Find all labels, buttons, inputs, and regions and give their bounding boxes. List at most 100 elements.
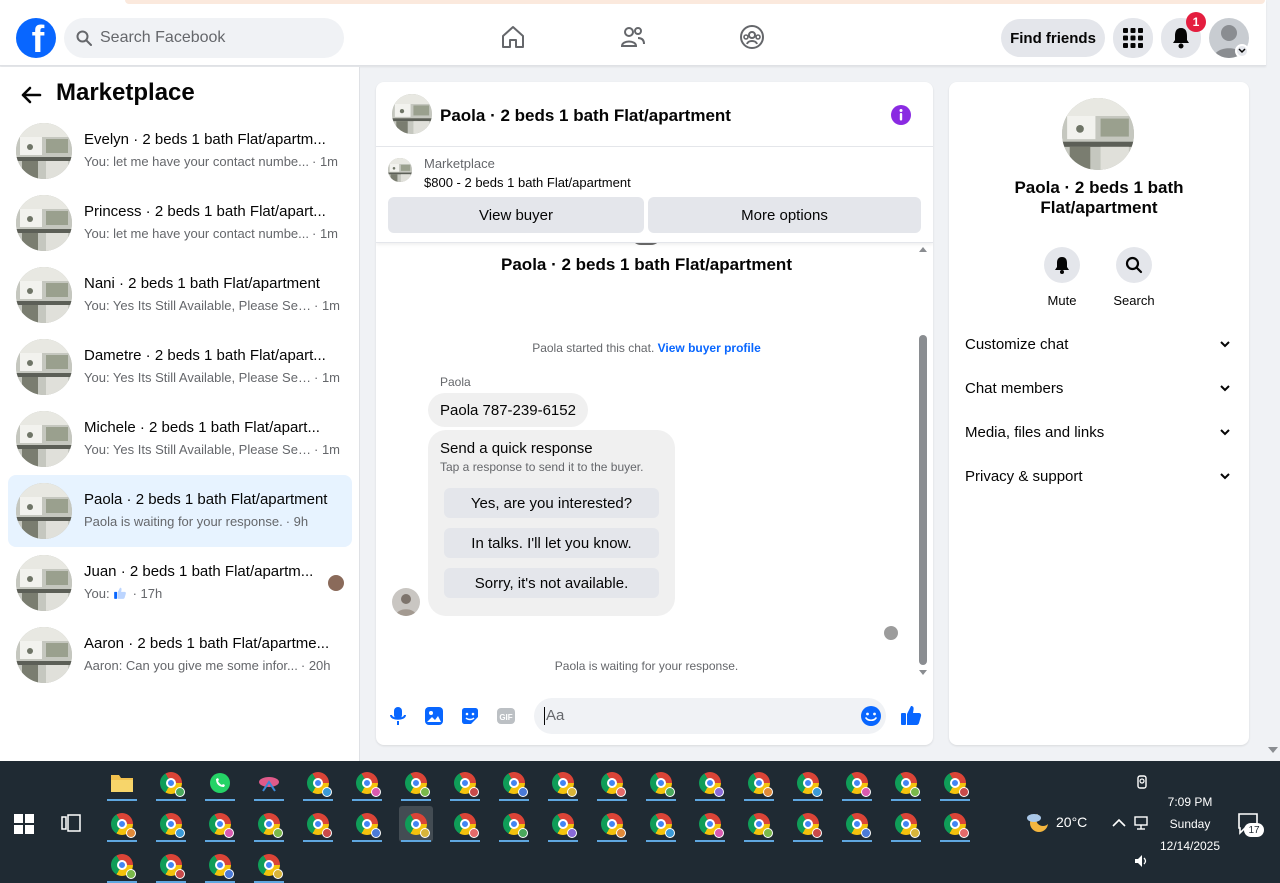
chrome-icon[interactable] <box>105 806 139 842</box>
chrome-icon[interactable] <box>742 765 776 801</box>
meet-now-icon[interactable] <box>1133 773 1151 791</box>
chrome-icon[interactable] <box>301 806 335 842</box>
conversation-item[interactable]: Dametre · 2 beds 1 bath Flat/apart... You… <box>8 331 352 403</box>
find-friends-button[interactable]: Find friends <box>1001 19 1105 57</box>
chrome-icon[interactable] <box>693 806 727 842</box>
conversation-preview: Aaron: Can you give me some infor... · 20… <box>84 658 331 673</box>
weather-moon-cloud-icon[interactable] <box>1024 809 1050 835</box>
chrome-icon[interactable] <box>301 765 335 801</box>
quick-response-option[interactable]: In talks. I'll let you know. <box>444 528 659 558</box>
conversation-item[interactable]: Juan · 2 beds 1 bath Flat/apartm... You: … <box>8 547 352 619</box>
conversation-item[interactable]: Princess · 2 beds 1 bath Flat/apart... Yo… <box>8 187 352 259</box>
chrome-icon[interactable] <box>448 806 482 842</box>
microphone-icon[interactable] <box>387 705 409 727</box>
chrome-icon[interactable] <box>546 806 580 842</box>
chrome-icon[interactable] <box>350 765 384 801</box>
conversation-item[interactable]: Evelyn · 2 beds 1 bath Flat/apartm... You… <box>8 115 352 187</box>
chrome-icon[interactable] <box>154 765 188 801</box>
chrome-icon[interactable] <box>595 765 629 801</box>
info-listing-thumbnail[interactable] <box>1062 98 1134 170</box>
chrome-icon[interactable] <box>595 806 629 842</box>
windows-start-icon[interactable] <box>14 814 34 834</box>
chrome-icon[interactable] <box>693 765 727 801</box>
home-icon[interactable] <box>500 24 526 50</box>
file-explorer-icon[interactable] <box>105 765 139 801</box>
chrome-icon[interactable] <box>889 806 923 842</box>
search-input[interactable]: Search Facebook <box>64 18 344 58</box>
media-files-links-section[interactable]: Media, files and links <box>965 420 1233 444</box>
view-buyer-button[interactable]: View buyer <box>388 197 644 233</box>
gif-icon[interactable]: GIF <box>495 705 517 727</box>
chrome-icon[interactable] <box>791 765 825 801</box>
snipping-tool-icon[interactable] <box>252 765 286 801</box>
privacy-support-section[interactable]: Privacy & support <box>965 464 1233 488</box>
task-view-icon[interactable] <box>61 813 81 833</box>
scroll-down-arrow-icon[interactable] <box>919 670 927 675</box>
friends-icon[interactable] <box>620 24 646 50</box>
chrome-icon[interactable] <box>203 806 237 842</box>
search-action[interactable]: Search <box>1104 247 1164 308</box>
conversation-item[interactable]: Nani · 2 beds 1 bath Flat/apartment You: … <box>8 259 352 331</box>
chrome-icon[interactable] <box>252 847 286 883</box>
chrome-icon[interactable] <box>399 806 433 842</box>
chrome-icon[interactable] <box>154 847 188 883</box>
quick-response-option[interactable]: Sorry, it's not available. <box>444 568 659 598</box>
menu-button[interactable] <box>1113 18 1153 58</box>
quick-response-option[interactable]: Yes, are you interested? <box>444 488 659 518</box>
chat-title[interactable]: Paola · 2 beds 1 bath Flat/apartment <box>440 106 731 126</box>
customize-chat-section[interactable]: Customize chat <box>965 332 1233 356</box>
view-buyer-profile-link[interactable]: View buyer profile <box>658 341 761 355</box>
weather-temperature[interactable]: 20°C <box>1056 814 1087 830</box>
network-icon[interactable] <box>1133 814 1151 832</box>
chrome-icon[interactable] <box>840 765 874 801</box>
photo-icon[interactable] <box>423 705 445 727</box>
chrome-icon[interactable] <box>399 765 433 801</box>
system-clock[interactable]: 7:09 PM Sunday 12/14/2025 <box>1150 791 1230 857</box>
sender-avatar[interactable] <box>392 588 420 616</box>
sticker-icon[interactable] <box>459 705 481 727</box>
chrome-icon[interactable] <box>203 847 237 883</box>
chrome-icon[interactable] <box>546 765 580 801</box>
chrome-icon[interactable] <box>791 806 825 842</box>
chrome-icon[interactable] <box>840 806 874 842</box>
scrollbar-thumb[interactable] <box>919 335 927 665</box>
chrome-icon[interactable] <box>252 806 286 842</box>
chrome-icon[interactable] <box>497 806 531 842</box>
conversation-time: · 1m <box>312 226 338 241</box>
mute-action[interactable]: Mute <box>1032 247 1092 308</box>
message-input[interactable]: Aa <box>534 698 886 734</box>
emoji-icon[interactable] <box>860 705 882 727</box>
message-bubble[interactable]: Paola 787-239-6152 <box>428 393 588 427</box>
volume-icon[interactable] <box>1133 852 1151 870</box>
groups-icon[interactable] <box>739 24 765 50</box>
chrome-icon[interactable] <box>448 765 482 801</box>
scroll-up-arrow-icon[interactable] <box>919 247 927 252</box>
thumbs-up-icon[interactable] <box>899 703 923 727</box>
chrome-icon[interactable] <box>742 806 776 842</box>
chrome-icon[interactable] <box>644 806 678 842</box>
info-icon[interactable] <box>890 104 912 126</box>
listing-title[interactable]: $800 - 2 beds 1 bath Flat/apartment <box>424 175 631 190</box>
page-scroll-down-arrow-icon[interactable] <box>1268 747 1278 753</box>
chrome-icon[interactable] <box>350 806 384 842</box>
chrome-icon[interactable] <box>644 765 678 801</box>
conversation-item[interactable]: Aaron · 2 beds 1 bath Flat/apartme... Aar… <box>8 619 352 691</box>
chat-scrollbar[interactable] <box>917 243 929 677</box>
chrome-icon[interactable] <box>105 847 139 883</box>
whatsapp-icon[interactable] <box>203 765 237 801</box>
chrome-icon[interactable] <box>938 806 972 842</box>
listing-thumbnail[interactable] <box>388 158 412 182</box>
chat-members-section[interactable]: Chat members <box>965 376 1233 400</box>
chevron-up-icon[interactable] <box>1110 814 1128 832</box>
more-options-button[interactable]: More options <box>648 197 921 233</box>
facebook-logo-icon[interactable]: f <box>16 18 56 58</box>
chrome-icon[interactable] <box>154 806 188 842</box>
chat-listing-thumbnail[interactable] <box>392 94 432 134</box>
chrome-icon[interactable] <box>497 765 531 801</box>
conversation-item[interactable]: Paola · 2 beds 1 bath Flat/apartment Paol… <box>8 475 352 547</box>
account-chevron-icon[interactable] <box>1235 44 1249 58</box>
chrome-icon[interactable] <box>938 765 972 801</box>
back-arrow-icon[interactable] <box>20 84 42 106</box>
chrome-icon[interactable] <box>889 765 923 801</box>
conversation-item[interactable]: Michele · 2 beds 1 bath Flat/apart... You… <box>8 403 352 475</box>
